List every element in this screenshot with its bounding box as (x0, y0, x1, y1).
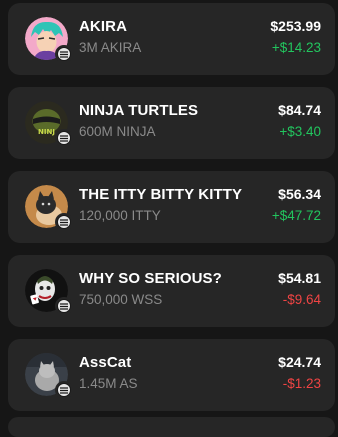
chain-icon (55, 381, 73, 399)
token-name: NINJA TURTLES (79, 102, 199, 119)
token-row-ninja-turtles[interactable]: NINJ NINJA TURTLES 600M NINJA $84.74 +$3… (8, 87, 335, 159)
token-holding: 120,000 ITTY (79, 208, 161, 223)
token-row-akira[interactable]: AKIRA 3M AKIRA $253.99 +$14.23 (8, 3, 335, 75)
token-value: $84.74 (278, 102, 321, 118)
token-change: +$47.72 (271, 208, 321, 223)
token-holding: 1.45M AS (79, 376, 138, 391)
token-value: $56.34 (278, 186, 321, 202)
token-row-why-so-serious[interactable]: WHY SO SERIOUS? 750,000 WSS $54.81 -$9.6… (8, 255, 335, 327)
token-row-asscat[interactable]: AssCat 1.45M AS $24.74 -$1.23 (8, 339, 335, 411)
chain-icon (55, 297, 73, 315)
token-value: $54.81 (278, 270, 321, 286)
chain-icon (55, 45, 73, 63)
token-change: -$1.23 (282, 376, 321, 391)
svg-text:NINJ: NINJ (38, 128, 55, 136)
token-row-partial[interactable] (8, 417, 335, 437)
token-name: AKIRA (79, 18, 127, 35)
token-name: THE ITTY BITTY KITTY (79, 186, 243, 203)
token-row-itty-bitty-kitty[interactable]: THE ITTY BITTY KITTY 120,000 ITTY $56.34… (8, 171, 335, 243)
token-name: WHY SO SERIOUS? (79, 270, 222, 287)
chain-icon (55, 129, 73, 147)
token-name: AssCat (79, 354, 132, 371)
token-holding: 600M NINJA (79, 124, 156, 139)
token-value: $24.74 (278, 354, 321, 370)
token-holding: 3M AKIRA (79, 40, 142, 55)
token-value: $253.99 (270, 18, 321, 34)
chain-icon (55, 213, 73, 231)
token-change: +$3.40 (279, 124, 321, 139)
token-change: -$9.64 (282, 292, 321, 307)
token-change: +$14.23 (271, 40, 321, 55)
token-holding: 750,000 WSS (79, 292, 163, 307)
